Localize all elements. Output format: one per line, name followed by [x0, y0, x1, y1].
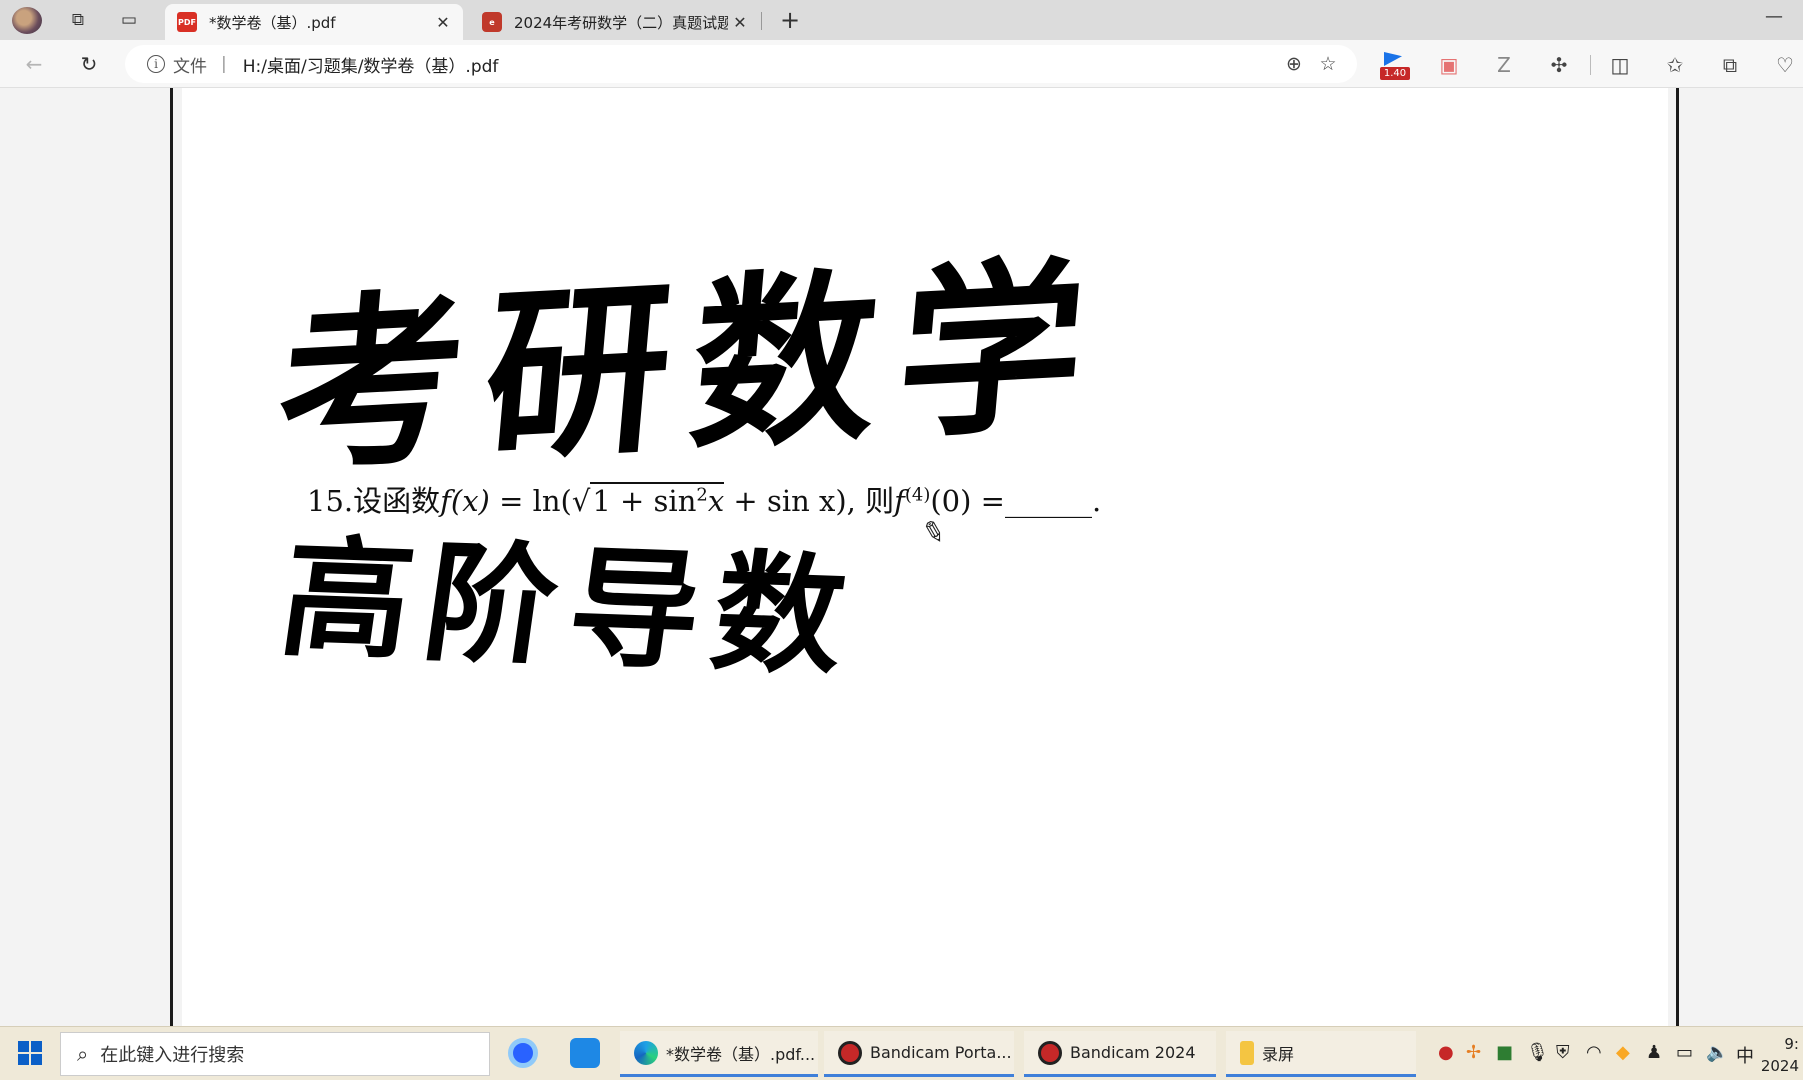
taskbar-app-label: Bandicam Porta... — [870, 1043, 1012, 1062]
back-arrow-icon[interactable]: ← — [18, 49, 50, 79]
star-icon[interactable]: ☆ — [1311, 53, 1345, 75]
handwriting-title: 考研数学 — [269, 236, 1116, 498]
battery-icon[interactable]: ▭ — [1676, 1042, 1693, 1063]
tab-current-pdf[interactable]: PDF *数学卷（基）.pdf ✕ — [165, 4, 463, 40]
taskbar-app-label: 录屏 — [1262, 1044, 1295, 1064]
split-screen-icon[interactable]: ◫ — [1605, 52, 1635, 78]
ime-indicator[interactable]: 中 — [1736, 1042, 1754, 1068]
wifi-icon[interactable]: ◠ — [1586, 1042, 1602, 1063]
minimize-button[interactable]: — — [1765, 6, 1783, 27]
taskbar-search[interactable]: ⌕ 在此键入进行搜索 — [60, 1032, 490, 1076]
feishu-icon[interactable] — [570, 1038, 600, 1068]
handwriting-subtitle: 高阶导数 — [271, 521, 869, 694]
tab-separator — [761, 12, 762, 30]
extension-z-icon[interactable]: Z — [1489, 52, 1519, 78]
nvidia-icon[interactable]: ■ — [1496, 1042, 1513, 1063]
volume-icon[interactable]: 🔈 — [1706, 1042, 1728, 1063]
folder-icon — [1240, 1040, 1254, 1065]
close-icon[interactable]: ✕ — [728, 13, 752, 32]
clock-time: 9: — [1784, 1035, 1799, 1053]
file-label: 文件 — [173, 56, 207, 77]
clock[interactable]: 9: 2024 — [1761, 1033, 1799, 1077]
collections-icon[interactable]: ⧉ — [1715, 52, 1745, 78]
pdf-viewer: 15.设函数f(x) = ln(√1 + sin2x + sin x), 则f(… — [0, 88, 1803, 1026]
record-icon[interactable]: ● — [1438, 1042, 1454, 1063]
pdf-app-icon: e — [482, 12, 502, 32]
windows-start-icon[interactable] — [18, 1041, 42, 1065]
extensions-puzzle-icon[interactable]: ✣ — [1544, 52, 1574, 78]
new-tab-button[interactable]: + — [775, 4, 805, 36]
url-text[interactable]: H:/桌面/习题集/数学卷（基）.pdf — [243, 52, 1277, 77]
taskbar-app-folder[interactable]: 录屏 — [1226, 1031, 1416, 1077]
pdf-icon: PDF — [177, 12, 197, 32]
favorites-icon[interactable]: ✩ — [1660, 52, 1690, 78]
taskbar-app-label: *数学卷（基）.pdf... — [666, 1044, 816, 1064]
search-icon: ⌕ — [77, 1042, 89, 1066]
profile-avatar[interactable] — [12, 7, 42, 34]
clock-date: 2024 — [1760, 1057, 1799, 1075]
taskbar-app-bandicam[interactable]: Bandicam 2024 — [1024, 1031, 1216, 1077]
bandicam-icon — [1038, 1040, 1062, 1065]
toolbar-separator — [1590, 55, 1591, 75]
taskbar: ⌕ 在此键入进行搜索 *数学卷（基）.pdf... Bandicam Porta… — [0, 1026, 1803, 1080]
bandicam-icon — [838, 1040, 862, 1065]
address-separator: | — [221, 54, 227, 74]
tab-strip: ⧉ ▭ PDF *数学卷（基）.pdf ✕ e 2024年考研数学（二）真题试题… — [0, 0, 1803, 40]
network-share-icon[interactable]: ✢ — [1466, 1042, 1481, 1063]
tab-title: *数学卷（基）.pdf — [209, 13, 336, 32]
answer-blank: ______. — [1004, 484, 1102, 518]
search-placeholder: 在此键入进行搜索 — [100, 1045, 245, 1066]
qq-icon[interactable]: ♟ — [1646, 1042, 1662, 1063]
microphone-icon[interactable]: 🎙 — [1526, 1042, 1549, 1063]
cortana-icon[interactable] — [508, 1038, 538, 1068]
tab-actions-icon[interactable]: ▭ — [114, 6, 144, 34]
extension-badge-count: 1.40 — [1380, 67, 1410, 80]
taskbar-app-bandicam-portable[interactable]: Bandicam Porta... — [824, 1031, 1014, 1077]
browser-toolbar: ← ↻ i 文件 | H:/桌面/习题集/数学卷（基）.pdf ⊕ ☆ 1.40… — [0, 40, 1803, 88]
workspaces-icon[interactable]: ⧉ — [63, 6, 93, 34]
info-icon[interactable]: i — [147, 55, 165, 73]
pdf-page[interactable]: 15.设函数f(x) = ln(√1 + sin2x + sin x), 则f(… — [182, 88, 1668, 1026]
address-bar[interactable]: i 文件 | H:/桌面/习题集/数学卷（基）.pdf ⊕ ☆ — [125, 45, 1357, 83]
shield-icon[interactable]: ⛨ — [1556, 1042, 1570, 1063]
page-border-right — [1676, 88, 1679, 1026]
page-border-left — [170, 88, 173, 1026]
zoom-icon[interactable]: ⊕ — [1277, 53, 1311, 75]
security-icon[interactable]: ◆ — [1616, 1042, 1630, 1063]
problem-order: (4) — [904, 484, 931, 506]
edge-icon — [634, 1040, 658, 1065]
browser-essentials-icon[interactable]: ♡ — [1770, 52, 1800, 78]
extension-red-icon[interactable]: ▣ — [1434, 52, 1464, 78]
extension-badge-icon[interactable]: 1.40 — [1380, 50, 1410, 80]
refresh-icon[interactable]: ↻ — [73, 49, 105, 79]
problem-f4: f — [894, 484, 905, 518]
taskbar-app-label: Bandicam 2024 — [1070, 1043, 1196, 1062]
problem-at: (0) = — [930, 484, 1005, 518]
close-icon[interactable]: ✕ — [431, 13, 455, 32]
taskbar-app-edge[interactable]: *数学卷（基）.pdf... — [620, 1031, 818, 1077]
tab-exam-pdf[interactable]: e 2024年考研数学（二）真题试题 ✕ — [470, 4, 760, 40]
tab-title: 2024年考研数学（二）真题试题 — [514, 13, 728, 32]
